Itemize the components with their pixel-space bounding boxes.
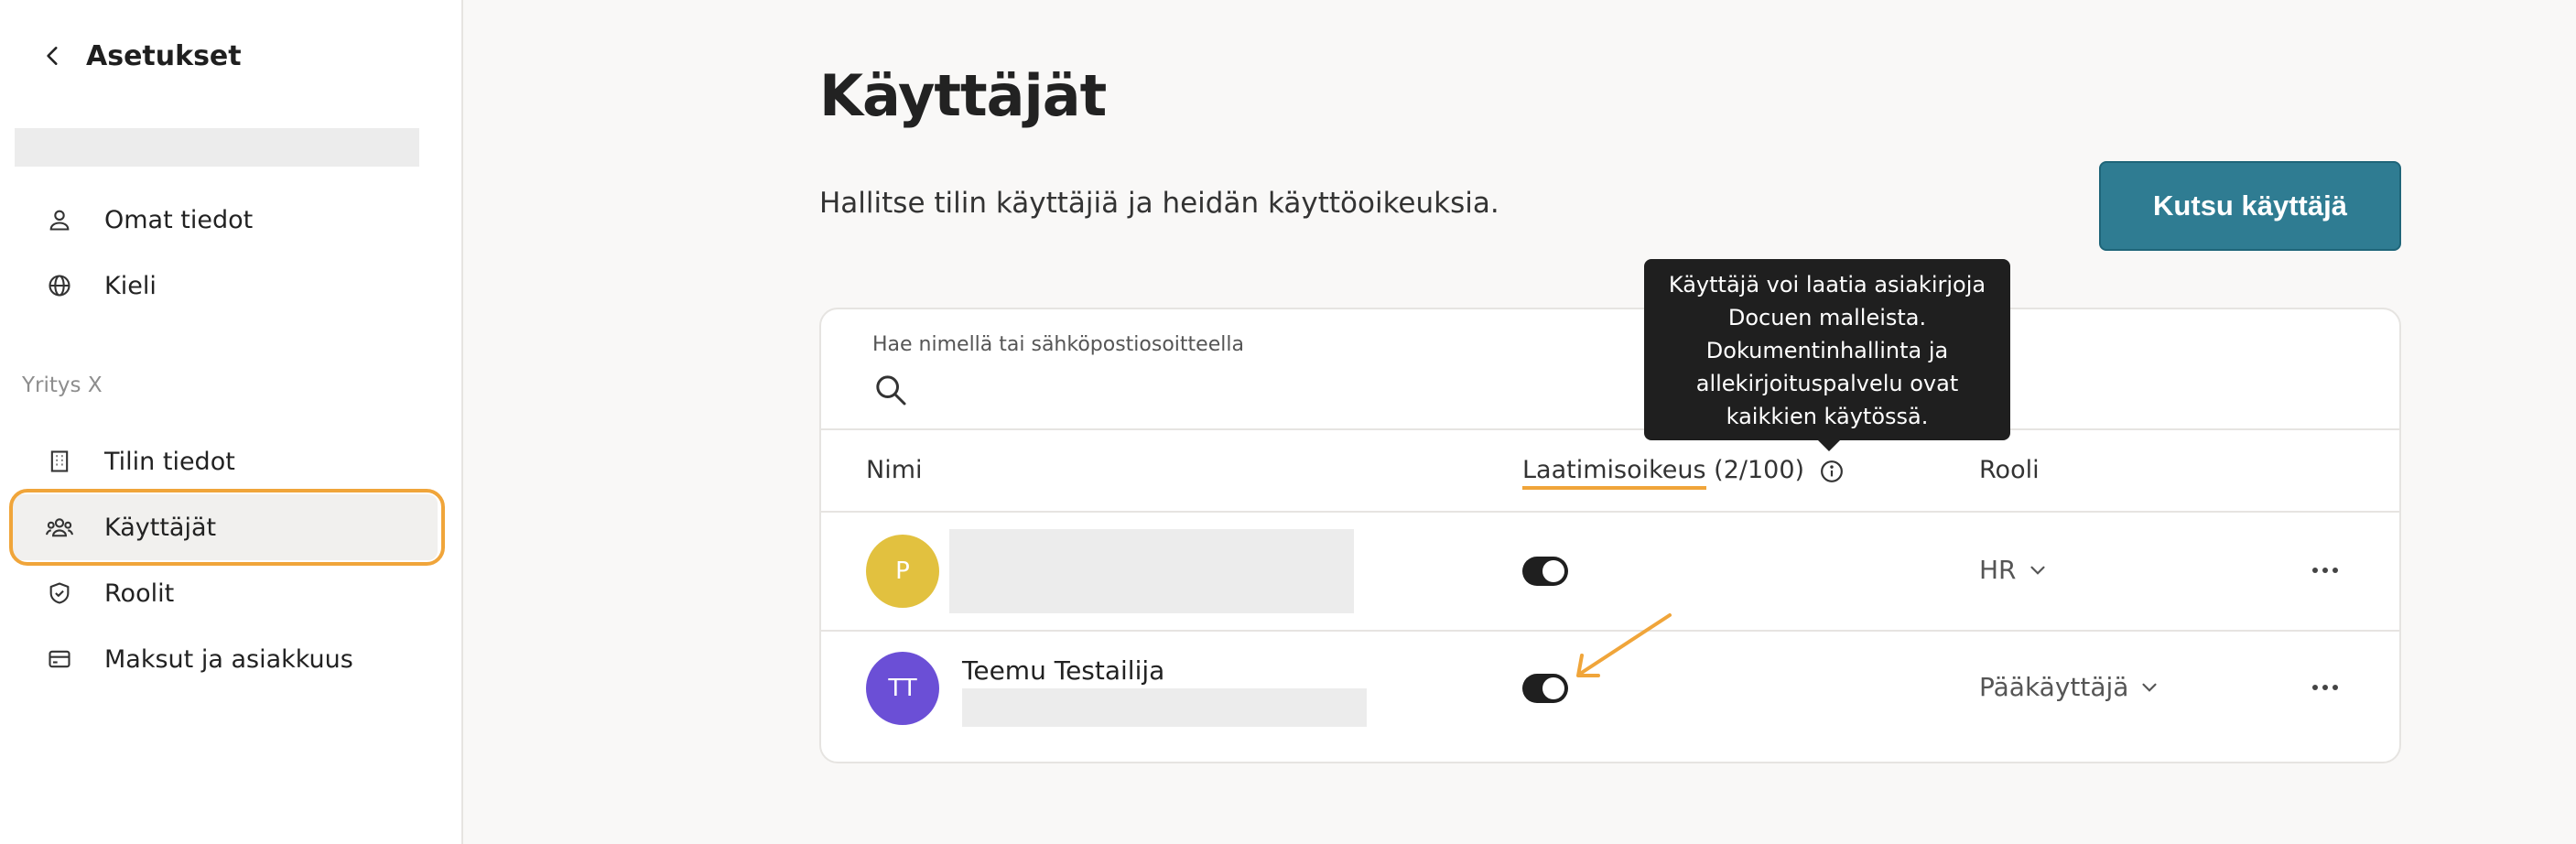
user-icon xyxy=(44,204,75,235)
more-horizontal-icon xyxy=(2312,568,2338,573)
drafting-toggle[interactable] xyxy=(1522,557,1568,586)
chevron-down-icon xyxy=(2142,683,2158,692)
tooltip-line: Docuen malleista. xyxy=(1727,305,1927,330)
company-section-label: Yritys X xyxy=(22,373,103,397)
sidebar-item-label: Roolit xyxy=(104,579,175,608)
column-header-role: Rooli xyxy=(1979,456,2040,484)
tooltip-line: allekirjoituspalvelu ovat xyxy=(1695,371,1959,396)
info-icon[interactable] xyxy=(1820,460,1844,483)
sidebar-item-label: Omat tiedot xyxy=(104,205,254,234)
column-header-drafting: Laatimisoikeus (2/100) xyxy=(1522,456,1844,490)
settings-sidebar: Asetukset Omat tiedot Kieli Yritys X Til… xyxy=(0,0,463,844)
search-icon xyxy=(872,372,909,408)
back-button[interactable] xyxy=(33,36,73,76)
more-horizontal-icon xyxy=(2312,685,2338,690)
redacted-placeholder xyxy=(15,128,419,167)
more-options-button[interactable] xyxy=(2307,674,2343,701)
sidebar-item-maksut[interactable]: Maksut ja asiakkuus xyxy=(11,626,438,692)
divider xyxy=(821,511,2399,513)
annotation-arrow-icon xyxy=(1576,613,1672,677)
users-icon xyxy=(44,512,75,543)
page-description: Hallitse tilin käyttäjiä ja heidän käytt… xyxy=(819,187,1499,220)
role-value: Pääkäyttäjä xyxy=(1979,672,2129,702)
sidebar-item-kayttajat[interactable]: Käyttäjät xyxy=(9,489,445,566)
sidebar-item-label: Tilin tiedot xyxy=(104,447,235,476)
avatar: TT xyxy=(866,652,939,725)
sidebar-item-kieli[interactable]: Kieli xyxy=(11,253,438,319)
sidebar-item-tilin-tiedot[interactable]: Tilin tiedot xyxy=(11,428,438,494)
chevron-down-icon xyxy=(2029,566,2045,575)
drafting-toggle[interactable] xyxy=(1522,674,1568,703)
tooltip-line: kaikkien käytössä. xyxy=(1726,404,1929,429)
more-options-button[interactable] xyxy=(2307,557,2343,584)
role-value: HR xyxy=(1979,555,2017,585)
chevron-left-icon xyxy=(47,47,58,65)
drafting-header-label: Laatimisoikeus xyxy=(1522,456,1706,490)
sidebar-item-roolit[interactable]: Roolit xyxy=(11,560,438,626)
invite-user-button[interactable]: Kutsu käyttäjä xyxy=(2099,161,2401,251)
search-label: Hae nimellä tai sähköpostiosoitteella xyxy=(872,333,1244,356)
globe-icon xyxy=(44,270,75,301)
column-header-name: Nimi xyxy=(866,456,923,484)
sidebar-header: Asetukset xyxy=(42,35,242,77)
drafting-info-tooltip: Käyttäjä voi laatia asiakirjoja Docuen m… xyxy=(1644,259,2010,451)
page-title: Käyttäjät xyxy=(819,62,1107,129)
redacted-user-email xyxy=(962,688,1367,727)
sidebar-item-label: Käyttäjät xyxy=(104,513,217,542)
divider xyxy=(821,428,2399,430)
credit-card-icon xyxy=(44,644,75,675)
drafting-count: (2/100) xyxy=(1714,456,1805,484)
shield-check-icon xyxy=(44,578,75,609)
user-name: Teemu Testailija xyxy=(962,655,1165,686)
role-dropdown[interactable]: HR xyxy=(1979,555,2050,585)
sidebar-item-omat-tiedot[interactable]: Omat tiedot xyxy=(11,187,438,253)
users-card: Hae nimellä tai sähköpostiosoitteella Ni… xyxy=(819,308,2401,763)
role-dropdown[interactable]: Pääkäyttäjä xyxy=(1979,672,2161,702)
avatar: P xyxy=(866,535,939,608)
sidebar-item-label: Maksut ja asiakkuus xyxy=(104,644,353,674)
building-icon xyxy=(44,446,75,477)
sidebar-title: Asetukset xyxy=(86,39,242,72)
sidebar-item-label: Kieli xyxy=(104,271,157,300)
redacted-user-name xyxy=(949,529,1354,613)
tooltip-line: Dokumentinhallinta ja xyxy=(1705,338,1949,363)
tooltip-line: Käyttäjä voi laatia asiakirjoja xyxy=(1668,272,1986,298)
